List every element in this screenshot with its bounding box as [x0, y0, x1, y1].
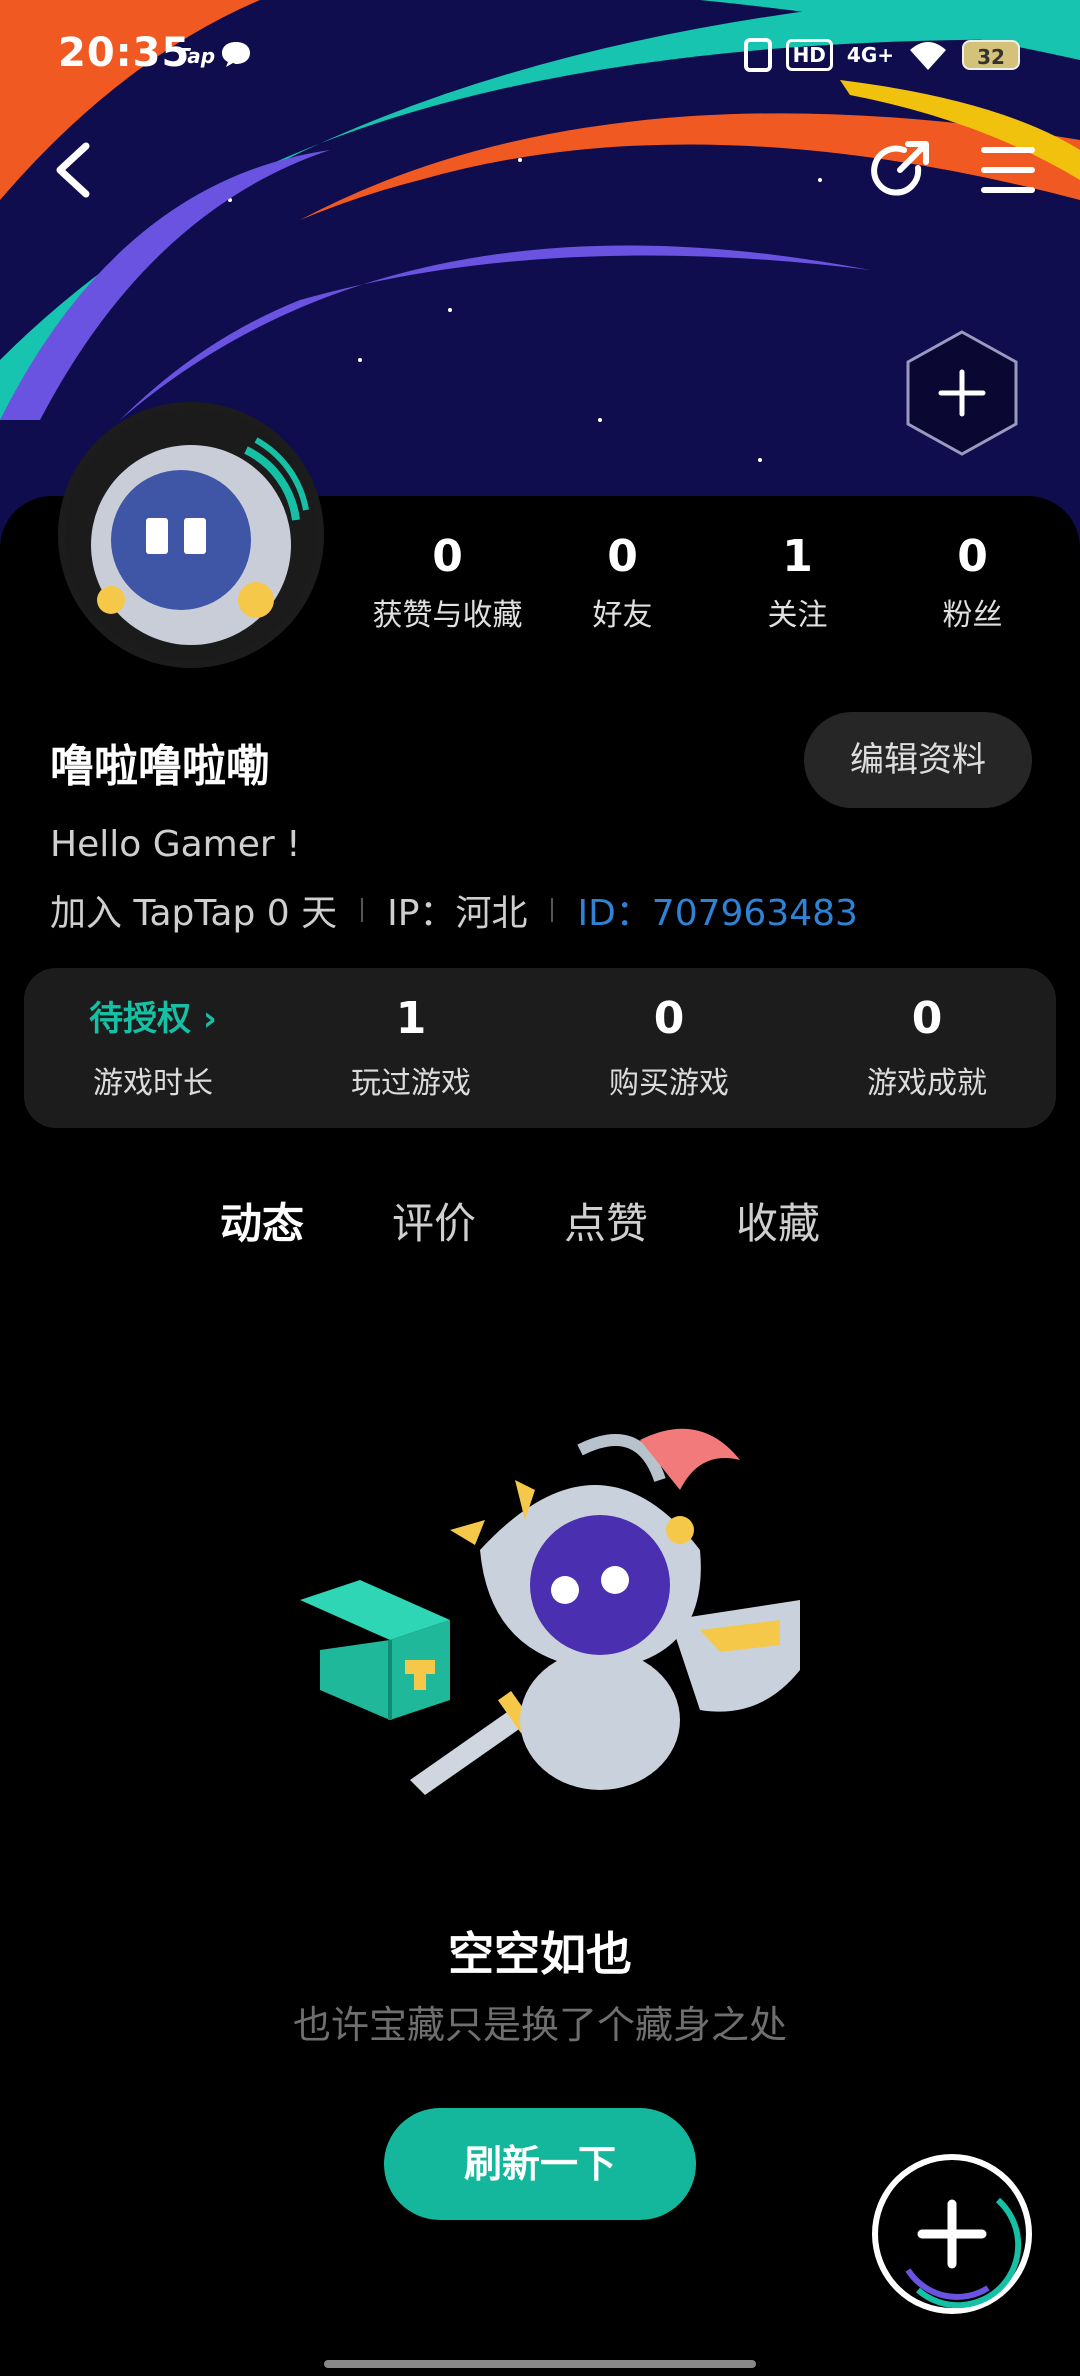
- edit-profile-button[interactable]: 编辑资料: [804, 712, 1032, 808]
- battery-icon: 32: [962, 40, 1020, 70]
- tab-posts[interactable]: 动态: [220, 1190, 305, 1251]
- create-post-button[interactable]: [872, 2154, 1032, 2314]
- add-hexagon-icon[interactable]: [902, 328, 1022, 458]
- stat-label: 获赞与收藏: [372, 598, 523, 633]
- tab-reviews[interactable]: 评价: [392, 1190, 476, 1251]
- game-stat-label: 购买游戏: [609, 1066, 729, 1101]
- hd-icon: HD: [785, 39, 833, 71]
- game-stat-achievements[interactable]: 0 游戏成就: [798, 968, 1056, 1128]
- game-stat-purchased[interactable]: 0 购买游戏: [540, 968, 798, 1128]
- taptap-notification-icon: Tap: [176, 44, 216, 68]
- divider: [361, 898, 364, 922]
- stat-friends[interactable]: 0 好友: [535, 530, 710, 634]
- user-id[interactable]: ID：707963483: [577, 884, 857, 936]
- tab-likes[interactable]: 点赞: [564, 1190, 648, 1251]
- stat-value: 0: [607, 531, 638, 582]
- user-name: 噜啦噜啦嘞: [50, 741, 270, 792]
- playtime-authorize-link[interactable]: 待授权 ›: [24, 994, 282, 1044]
- game-stat-value: 0: [653, 993, 685, 1044]
- empty-state-subtitle: 也许宝藏只是换了个藏身之处: [292, 2003, 787, 2047]
- empty-knight-illustration: [300, 1428, 800, 1795]
- refresh-button[interactable]: 刷新一下: [384, 2108, 696, 2220]
- stat-value: 0: [957, 531, 988, 582]
- home-indicator[interactable]: [324, 2360, 756, 2368]
- signal-icon: 4G+: [846, 43, 894, 67]
- game-stat-label: 游戏成就: [867, 1066, 987, 1101]
- game-stats-panel: 待授权 › 游戏时长 1 玩过游戏 0 购买游戏 0 游戏成就: [24, 968, 1056, 1128]
- empty-state-title: 空空如也: [448, 1927, 632, 1981]
- tab-label: 收藏: [736, 1199, 821, 1248]
- game-stat-label: 游戏时长: [93, 1066, 213, 1101]
- game-stat-label: 玩过游戏: [351, 1066, 471, 1101]
- menu-icon[interactable]: [980, 144, 1036, 196]
- share-icon[interactable]: [868, 138, 934, 204]
- user-meta: 加入 TapTap 0 天 IP：河北 ID：707963483: [50, 884, 858, 936]
- wifi-icon: [910, 42, 946, 70]
- stat-following[interactable]: 1 关注: [710, 530, 885, 634]
- back-icon[interactable]: [50, 140, 96, 200]
- game-stat-value: 0: [911, 993, 943, 1044]
- status-bar: 20:35 Tap HD 4G+ 32: [0, 0, 1080, 110]
- profile-stats: 0 获赞与收藏 0 好友 1 关注 0 粉丝: [360, 530, 1060, 634]
- vibrate-icon: [743, 38, 772, 72]
- divider: [551, 898, 554, 922]
- chat-notification-icon: [222, 42, 250, 67]
- stat-value: 0: [432, 531, 463, 582]
- tab-label: 点赞: [564, 1199, 649, 1248]
- stat-label: 关注: [767, 598, 828, 633]
- content-tabs: 动态 评价 点赞 收藏: [220, 1190, 820, 1251]
- stat-followers[interactable]: 0 粉丝: [885, 530, 1060, 634]
- avatar[interactable]: [58, 402, 324, 668]
- tab-collections[interactable]: 收藏: [736, 1190, 820, 1251]
- status-time: 20:35: [58, 30, 191, 76]
- game-stat-playtime[interactable]: 待授权 › 游戏时长: [24, 968, 282, 1128]
- stat-label: 粉丝: [942, 598, 1003, 633]
- game-stat-played[interactable]: 1 玩过游戏: [282, 968, 540, 1128]
- join-days: 加入 TapTap 0 天: [50, 893, 338, 934]
- game-stat-value: 1: [395, 993, 427, 1044]
- stat-likes-collections[interactable]: 0 获赞与收藏: [360, 530, 535, 634]
- stat-label: 好友: [592, 598, 653, 633]
- stat-value: 1: [782, 531, 813, 582]
- tab-label: 动态: [220, 1199, 305, 1248]
- user-bio: Hello Gamer !: [50, 824, 301, 865]
- ip-location: IP：河北: [387, 893, 528, 934]
- plus-icon: [905, 2197, 1022, 2309]
- tab-label: 评价: [392, 1199, 477, 1248]
